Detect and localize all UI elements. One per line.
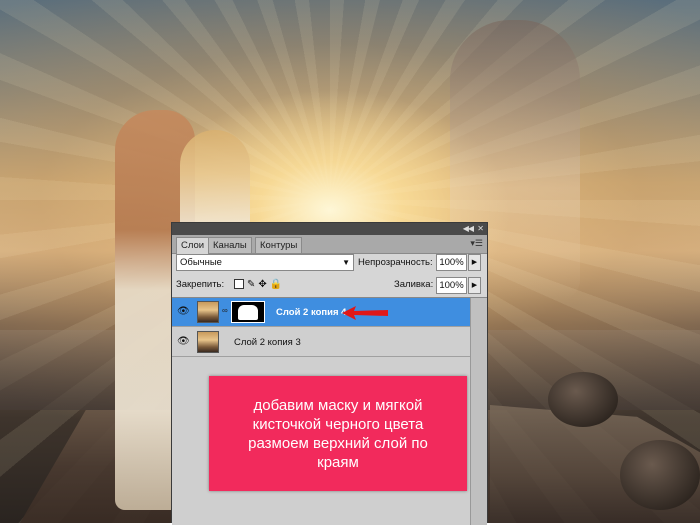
lock-options: ✎✥🔒: [234, 276, 285, 293]
panel-tabs: Слои Каналы Контуры ▾☰: [172, 235, 487, 254]
mask-shape: [238, 305, 258, 320]
lock-icon[interactable]: 🔒: [270, 279, 285, 290]
fill-label: Заливка:: [394, 279, 434, 290]
brush-icon[interactable]: ✎: [247, 279, 258, 290]
fill-slider-button[interactable]: ▶: [468, 277, 481, 294]
fill-input[interactable]: 100%: [436, 277, 467, 294]
eye-icon[interactable]: 👁: [177, 336, 190, 347]
panel-menu-icon[interactable]: ▾☰: [470, 238, 483, 249]
red-arrow-icon: [342, 306, 388, 320]
blend-mode-value: Обычные: [180, 257, 222, 268]
chain-icon[interactable]: ∞: [222, 306, 228, 315]
close-icon[interactable]: ✕: [477, 224, 484, 233]
layer-name[interactable]: Слой 2 копия 3: [234, 328, 301, 357]
layer-name[interactable]: Слой 2 копия 4: [276, 298, 346, 327]
layer-row[interactable]: 👁 Слой 2 копия 3: [172, 328, 470, 357]
opacity-input[interactable]: 100%: [436, 254, 467, 271]
lock-transparent-icon[interactable]: [234, 279, 244, 290]
annotation-text: добавим маску и мягкой кисточкой черного…: [248, 396, 428, 471]
lock-label: Закрепить:: [176, 279, 225, 290]
rock: [548, 372, 618, 427]
double-chevron-icon[interactable]: ◀◀: [463, 224, 474, 233]
annotation-box: добавим маску и мягкой кисточкой черного…: [209, 376, 467, 491]
opacity-slider-button[interactable]: ▶: [468, 254, 481, 271]
scrollbar[interactable]: [470, 298, 487, 525]
panel-title-bar: ◀◀ ✕: [172, 223, 487, 235]
move-icon[interactable]: ✥: [258, 279, 269, 290]
tab-layers[interactable]: Слои: [176, 237, 210, 254]
chevron-down-icon: ▼: [342, 258, 350, 267]
layer-row[interactable]: 👁 ∞ Слой 2 копия 4: [172, 298, 470, 327]
rock: [620, 440, 700, 510]
eye-icon[interactable]: 👁: [177, 306, 190, 317]
opacity-label: Непрозрачность:: [358, 257, 433, 268]
layer-thumbnail: [197, 301, 219, 323]
tab-paths[interactable]: Контуры: [255, 237, 303, 253]
tab-channels[interactable]: Каналы: [208, 237, 252, 253]
layer-thumbnail: [197, 331, 219, 353]
blend-mode-select[interactable]: Обычные ▼: [176, 254, 354, 271]
layer-mask-thumbnail[interactable]: [231, 301, 265, 323]
